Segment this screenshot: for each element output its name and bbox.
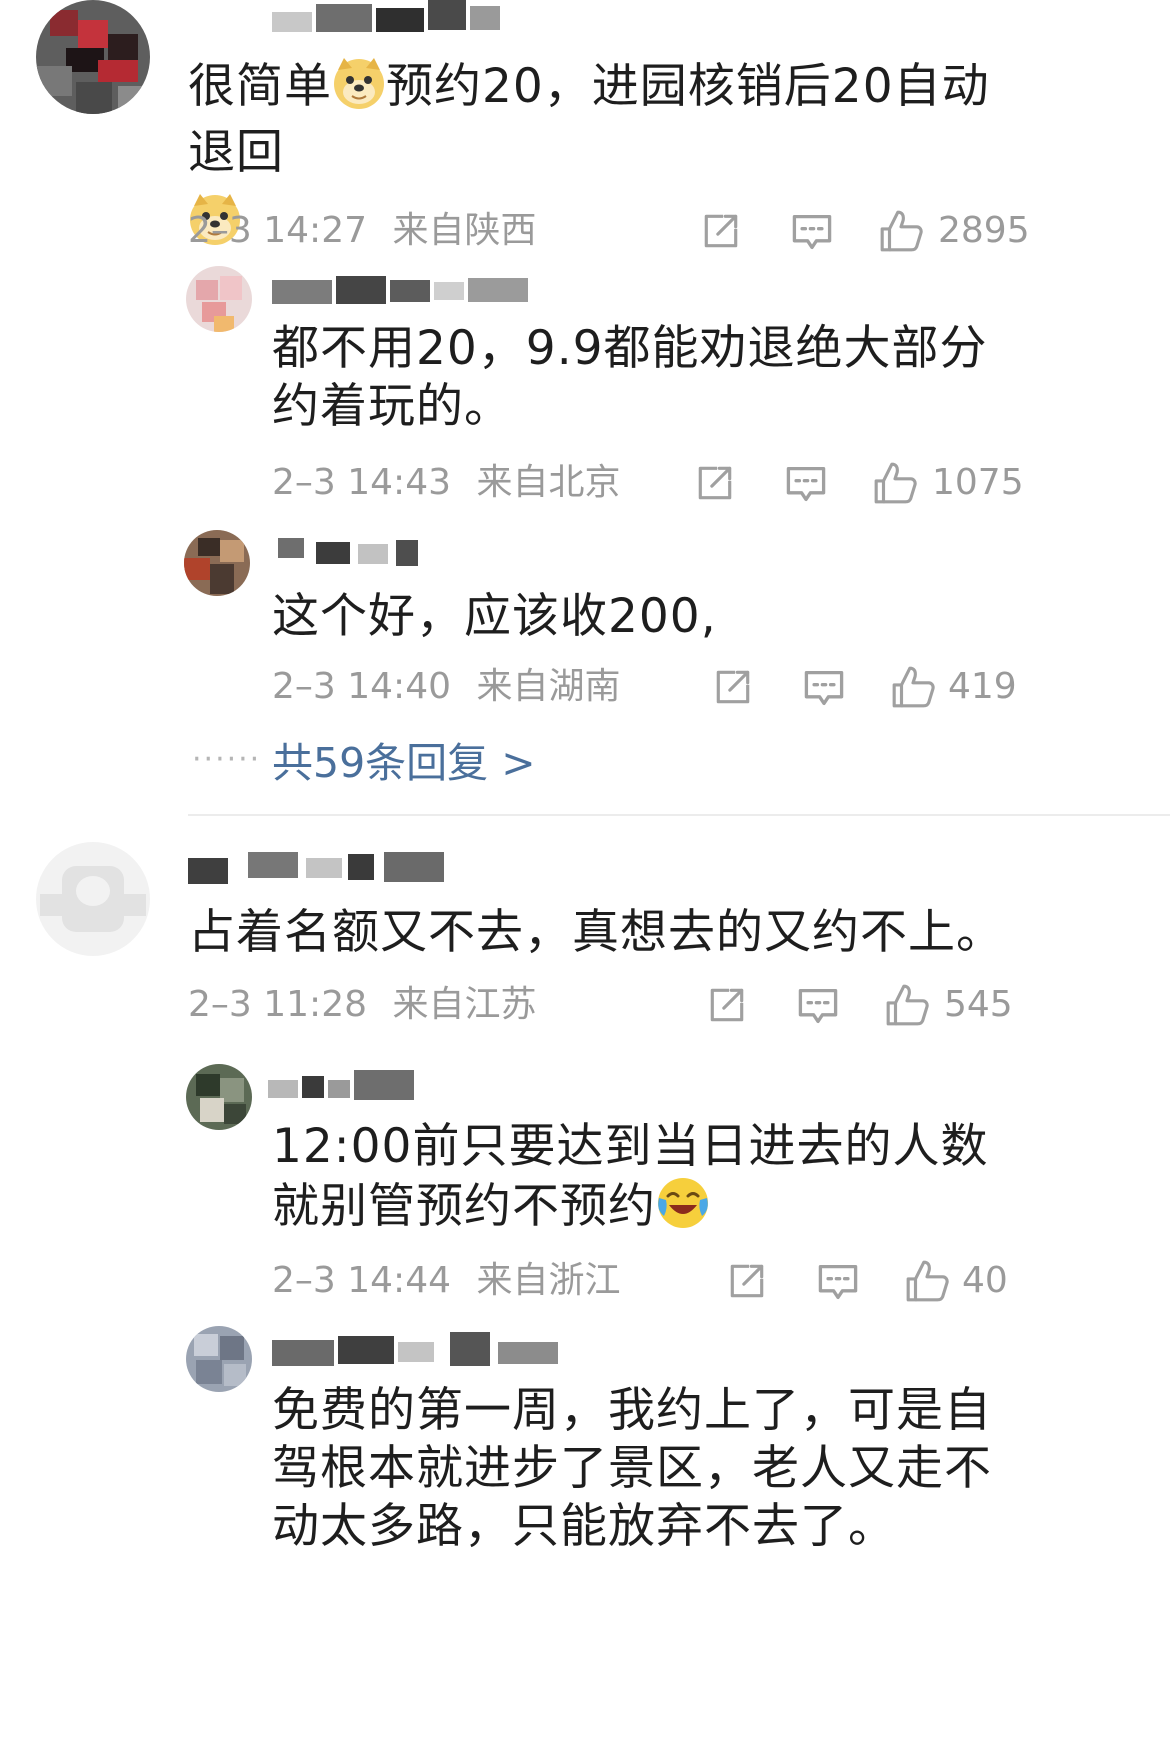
share-square-icon[interactable] <box>694 462 736 504</box>
avatar[interactable] <box>36 0 150 114</box>
comment-text: 占着名额又不去，真想去的又约不上。 <box>188 905 1004 960</box>
reply-text-content: 12:00前只要达到当日进去的人数 就别管预约不预约 <box>272 1119 989 1234</box>
comment-bubble-icon[interactable] <box>796 984 840 1028</box>
location: 来自陕西 <box>392 210 537 251</box>
like-count: 545 <box>944 984 1013 1025</box>
avatar-placeholder[interactable] <box>36 842 150 956</box>
timestamp: 2–3 14:44 <box>272 1260 451 1301</box>
like-count: 419 <box>948 666 1017 707</box>
username-blurred[interactable] <box>188 848 458 888</box>
comment-bubble-icon[interactable] <box>816 1260 860 1304</box>
thumbs-up-icon[interactable] <box>872 460 918 506</box>
comment-actions: 2895 <box>700 206 1120 256</box>
divider <box>188 814 1170 816</box>
reply-text: 这个好，应该收200, <box>272 589 717 644</box>
share-square-icon[interactable] <box>700 210 742 252</box>
location: 来自北京 <box>476 462 621 503</box>
location: 来自湖南 <box>476 666 621 707</box>
doge-emoji-icon <box>332 56 386 110</box>
avatar[interactable] <box>184 530 250 596</box>
avatar[interactable] <box>186 1326 252 1392</box>
share-square-icon[interactable] <box>712 666 754 708</box>
username-blurred[interactable] <box>272 270 542 310</box>
comment-meta: 2–3 14:27 来自陕西 <box>188 206 536 256</box>
reply-meta: 2–3 14:40 来自湖南 <box>272 662 620 712</box>
username-blurred[interactable] <box>278 534 438 574</box>
like-count: 40 <box>962 1260 1008 1301</box>
reply-text: 免费的第一周，我约上了，可是自驾根本就进步了景区，老人又走不动太多路，只能放弃不… <box>272 1383 992 1554</box>
thumbs-up-icon[interactable] <box>890 664 936 710</box>
comment-meta: 2–3 11:28 来自江苏 <box>188 980 536 1030</box>
avatar[interactable] <box>186 1064 252 1130</box>
username-blurred[interactable] <box>272 1330 572 1370</box>
timestamp: 2–3 11:28 <box>188 984 367 1025</box>
thumbs-up-icon[interactable] <box>878 208 924 254</box>
like-count: 2895 <box>938 210 1030 251</box>
reply-meta: 2–3 14:44 来自浙江 <box>272 1256 620 1306</box>
reply-actions: 1075 <box>694 458 1114 508</box>
comment-actions: 545 <box>706 980 1106 1030</box>
reply-text: 12:00前只要达到当日进去的人数 就别管预约不预约 <box>272 1118 1022 1236</box>
laugh-cry-emoji-icon <box>656 1176 710 1230</box>
thumbs-up-icon[interactable] <box>904 1258 950 1304</box>
reply-text: 都不用20，9.9都能劝退绝大部分约着玩的。 <box>272 321 988 434</box>
username-blurred[interactable] <box>268 1066 428 1106</box>
location: 来自浙江 <box>476 1260 621 1301</box>
share-square-icon[interactable] <box>706 984 748 1026</box>
comment-bubble-icon[interactable] <box>802 666 846 710</box>
timestamp: 2–3 14:43 <box>272 462 451 503</box>
comment-bubble-icon[interactable] <box>784 462 828 506</box>
reply-actions: 40 <box>726 1256 1116 1306</box>
comment-bubble-icon[interactable] <box>790 210 834 254</box>
comment-text-part-1: 很简单 <box>188 59 332 114</box>
timestamp: 2–3 14:40 <box>272 666 451 707</box>
share-square-icon[interactable] <box>726 1260 768 1302</box>
more-dots: ······ <box>192 742 262 777</box>
timestamp: 2–3 14:27 <box>188 210 367 251</box>
location: 来自江苏 <box>392 984 537 1025</box>
thumbs-up-icon[interactable] <box>884 982 930 1028</box>
like-count: 1075 <box>932 462 1024 503</box>
reply-meta: 2–3 14:43 来自北京 <box>272 458 620 508</box>
username-blurred[interactable] <box>272 0 502 40</box>
more-replies-link[interactable]: 共59条回复 > <box>272 738 536 788</box>
avatar[interactable] <box>186 266 252 332</box>
reply-actions: 419 <box>712 662 1112 712</box>
